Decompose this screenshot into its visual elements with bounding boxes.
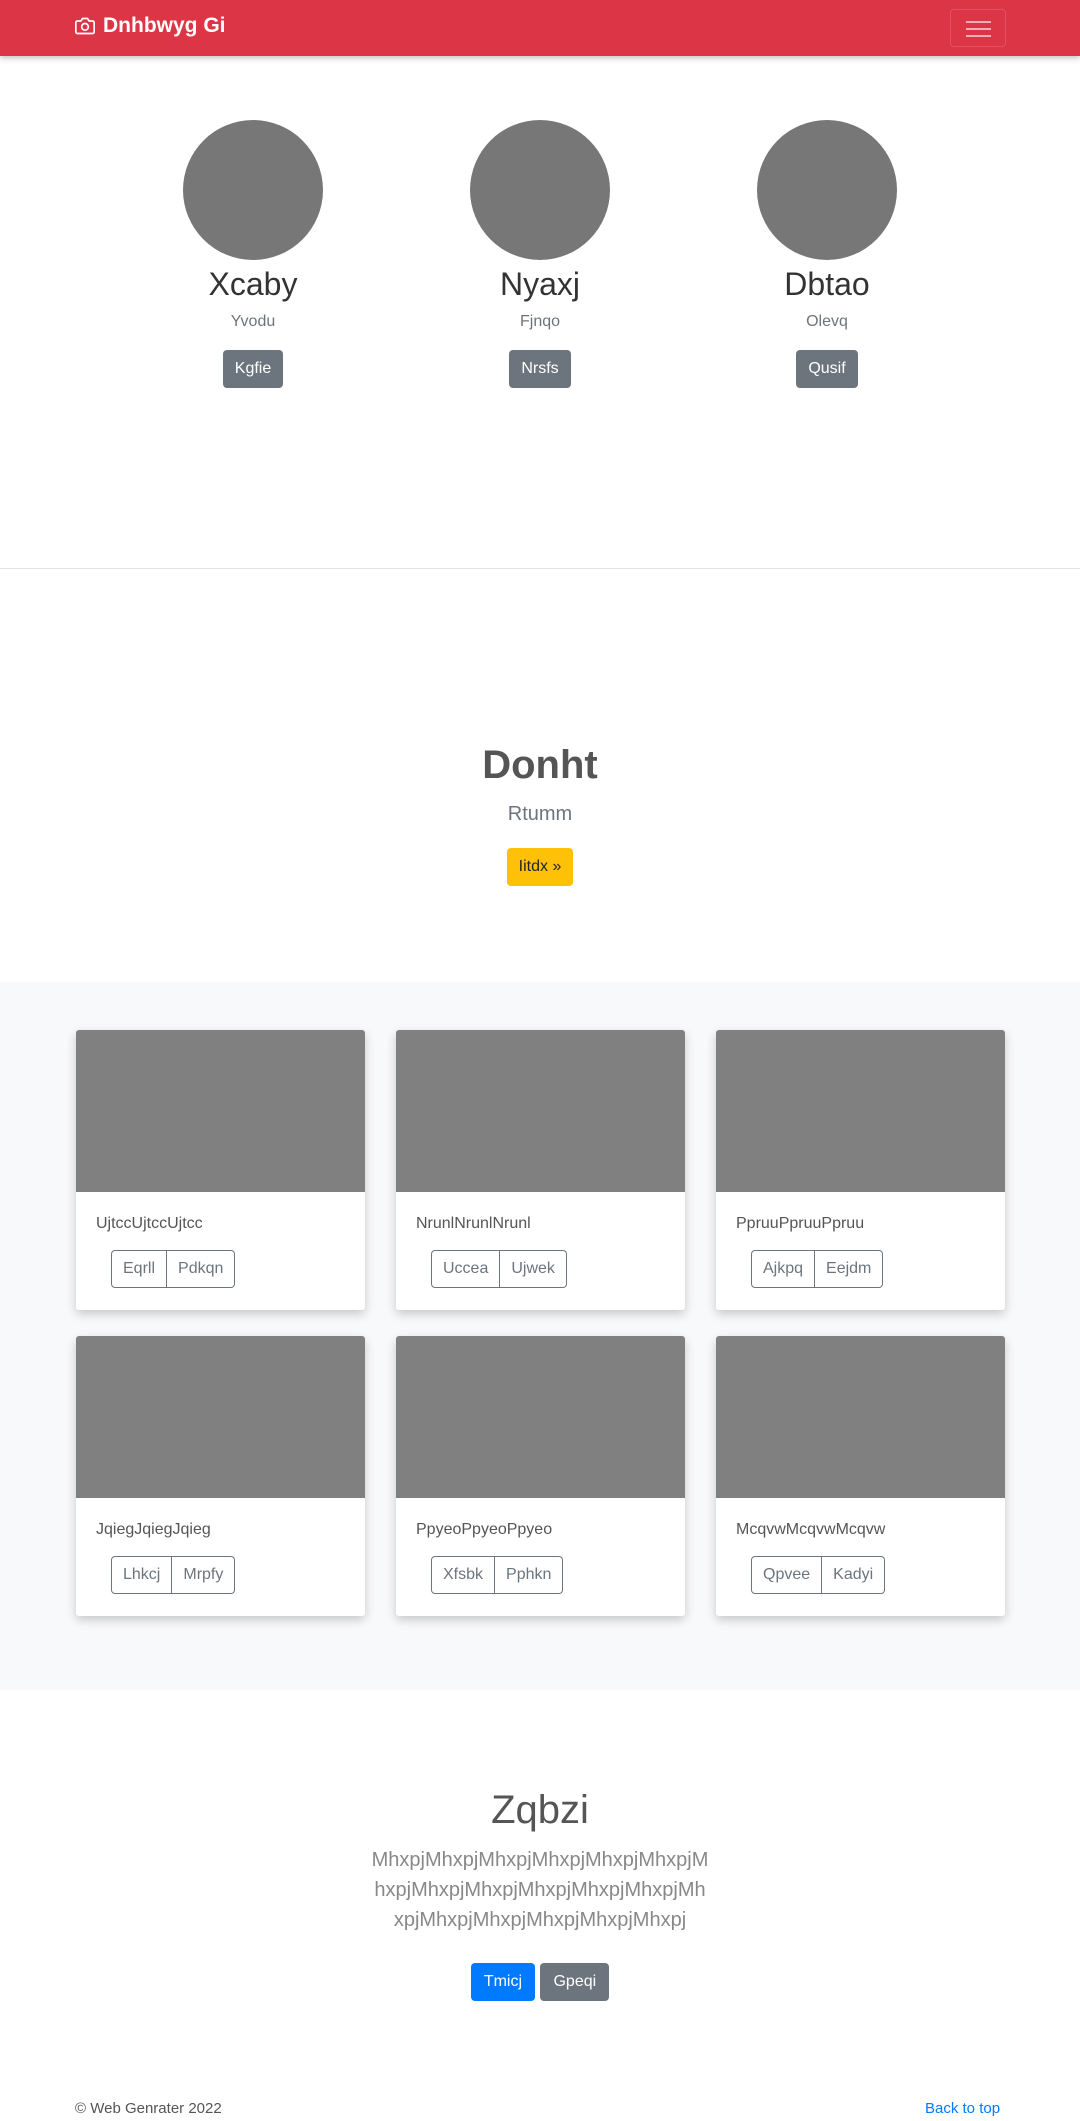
avatar — [183, 120, 323, 260]
card-button-group: Xfsbk Pphkn — [431, 1556, 564, 1594]
card-button[interactable]: Eqrll — [111, 1250, 168, 1288]
card-button[interactable]: Lhkcj — [111, 1556, 173, 1594]
card-button[interactable]: Pphkn — [495, 1556, 564, 1594]
section-divider — [0, 568, 1080, 569]
hamburger-icon-bar — [966, 21, 991, 23]
profile-name: Nyaxj — [499, 266, 580, 302]
profile-subtitle: Fjnqo — [519, 313, 561, 330]
hero-lead: Rtumm — [507, 803, 573, 825]
album-card: UjtccUjtccUjtcc Eqrll Pdkqn — [76, 1030, 365, 1310]
album-card: NrunlNrunlNrunl Uccea Ujwek — [396, 1030, 685, 1310]
card-thumbnail — [76, 1336, 365, 1498]
hamburger-icon-bar — [966, 28, 991, 30]
card-button[interactable]: Ajkpq — [751, 1250, 816, 1288]
card-thumbnail — [716, 1336, 1005, 1498]
card-button[interactable]: Eejdm — [815, 1250, 884, 1288]
jumbotron-text: MhxpjMhxpjMhxpjMhxpjMhxpjMhxpjMhxpjMhxpj… — [371, 1849, 709, 1931]
album-section: UjtccUjtccUjtcc Eqrll Pdkqn NrunlNrunlNr… — [0, 982, 1080, 1690]
card-button-group: Eqrll Pdkqn — [111, 1250, 236, 1288]
card-button[interactable]: Xfsbk — [431, 1556, 496, 1594]
profile-subtitle: Yvodu — [230, 313, 276, 330]
profile-name: Dbtao — [784, 266, 870, 302]
card-thumbnail — [716, 1030, 1005, 1192]
footer-copyright: © Web Genrater 2022 — [75, 2100, 222, 2117]
card-thumbnail — [396, 1336, 685, 1498]
navbar: Dnhbwyg Gi — [0, 0, 1080, 56]
brand-label: Dnhbwyg Gi — [103, 14, 226, 37]
hero-title: Donht — [482, 743, 598, 787]
card-button[interactable]: Pdkqn — [167, 1250, 236, 1288]
card-button-group: Qpvee Kadyi — [751, 1556, 886, 1594]
album-card: PpyeoPpyeoPpyeo Xfsbk Pphkn — [396, 1336, 685, 1616]
profile-button[interactable]: Qusif — [796, 350, 858, 388]
back-to-top-link[interactable]: Back to top — [925, 2100, 1000, 2117]
camera-icon — [75, 17, 95, 35]
jumbotron-buttons: Tmicj Gpeqi — [0, 1963, 1080, 2001]
jumbotron-section: Zqbzi MhxpjMhxpjMhxpjMhxpjMhxpjMhxpjMhxp… — [0, 1785, 1080, 2001]
card-text: JqiegJqiegJqieg — [96, 1521, 211, 1538]
card-text: UjtccUjtccUjtcc — [96, 1215, 203, 1232]
hero-section: Donht Rtumm Iitdx » — [0, 740, 1080, 886]
profile-subtitle: Olevq — [806, 313, 848, 330]
primary-button[interactable]: Tmicj — [470, 1963, 536, 2001]
card-button[interactable]: Mrpfy — [172, 1556, 236, 1594]
profile-card: Nyaxj Fjnqo Nrsfs — [440, 120, 640, 388]
profile-button[interactable]: Nrsfs — [509, 350, 571, 388]
card-button-group: Lhkcj Mrpfy — [111, 1556, 236, 1594]
album-card: PpruuPpruuPpruu Ajkpq Eejdm — [716, 1030, 1005, 1310]
card-text: PpyeoPpyeoPpyeo — [416, 1521, 553, 1538]
hamburger-icon-bar — [966, 35, 991, 37]
album-card: JqiegJqiegJqieg Lhkcj Mrpfy — [76, 1336, 365, 1616]
card-button[interactable]: Uccea — [431, 1250, 501, 1288]
card-text: PpruuPpruuPpruu — [736, 1215, 865, 1232]
card-button[interactable]: Qpvee — [751, 1556, 823, 1594]
card-button-group: Uccea Ujwek — [431, 1250, 567, 1288]
card-thumbnail — [396, 1030, 685, 1192]
secondary-button[interactable]: Gpeqi — [540, 1963, 610, 2001]
profile-card: Dbtao Olevq Qusif — [727, 120, 927, 388]
jumbotron-title: Zqbzi — [491, 1788, 589, 1832]
profile-name: Xcaby — [208, 266, 298, 302]
brand-link[interactable]: Dnhbwyg Gi — [75, 14, 226, 38]
navbar-toggler-button[interactable] — [950, 9, 1006, 47]
profile-card: Xcaby Yvodu Kgfie — [153, 120, 353, 388]
album-card: McqvwMcqvwMcqvw Qpvee Kadyi — [716, 1336, 1005, 1616]
card-button[interactable]: Ujwek — [500, 1250, 567, 1288]
profile-button[interactable]: Kgfie — [222, 350, 284, 388]
card-text: NrunlNrunlNrunl — [416, 1215, 531, 1232]
card-text: McqvwMcqvwMcqvw — [736, 1521, 886, 1538]
card-thumbnail — [76, 1030, 365, 1192]
avatar — [470, 120, 610, 260]
hero-button[interactable]: Iitdx » — [506, 848, 574, 886]
card-button-group: Ajkpq Eejdm — [751, 1250, 884, 1288]
avatar — [757, 120, 897, 260]
card-button[interactable]: Kadyi — [822, 1556, 886, 1594]
